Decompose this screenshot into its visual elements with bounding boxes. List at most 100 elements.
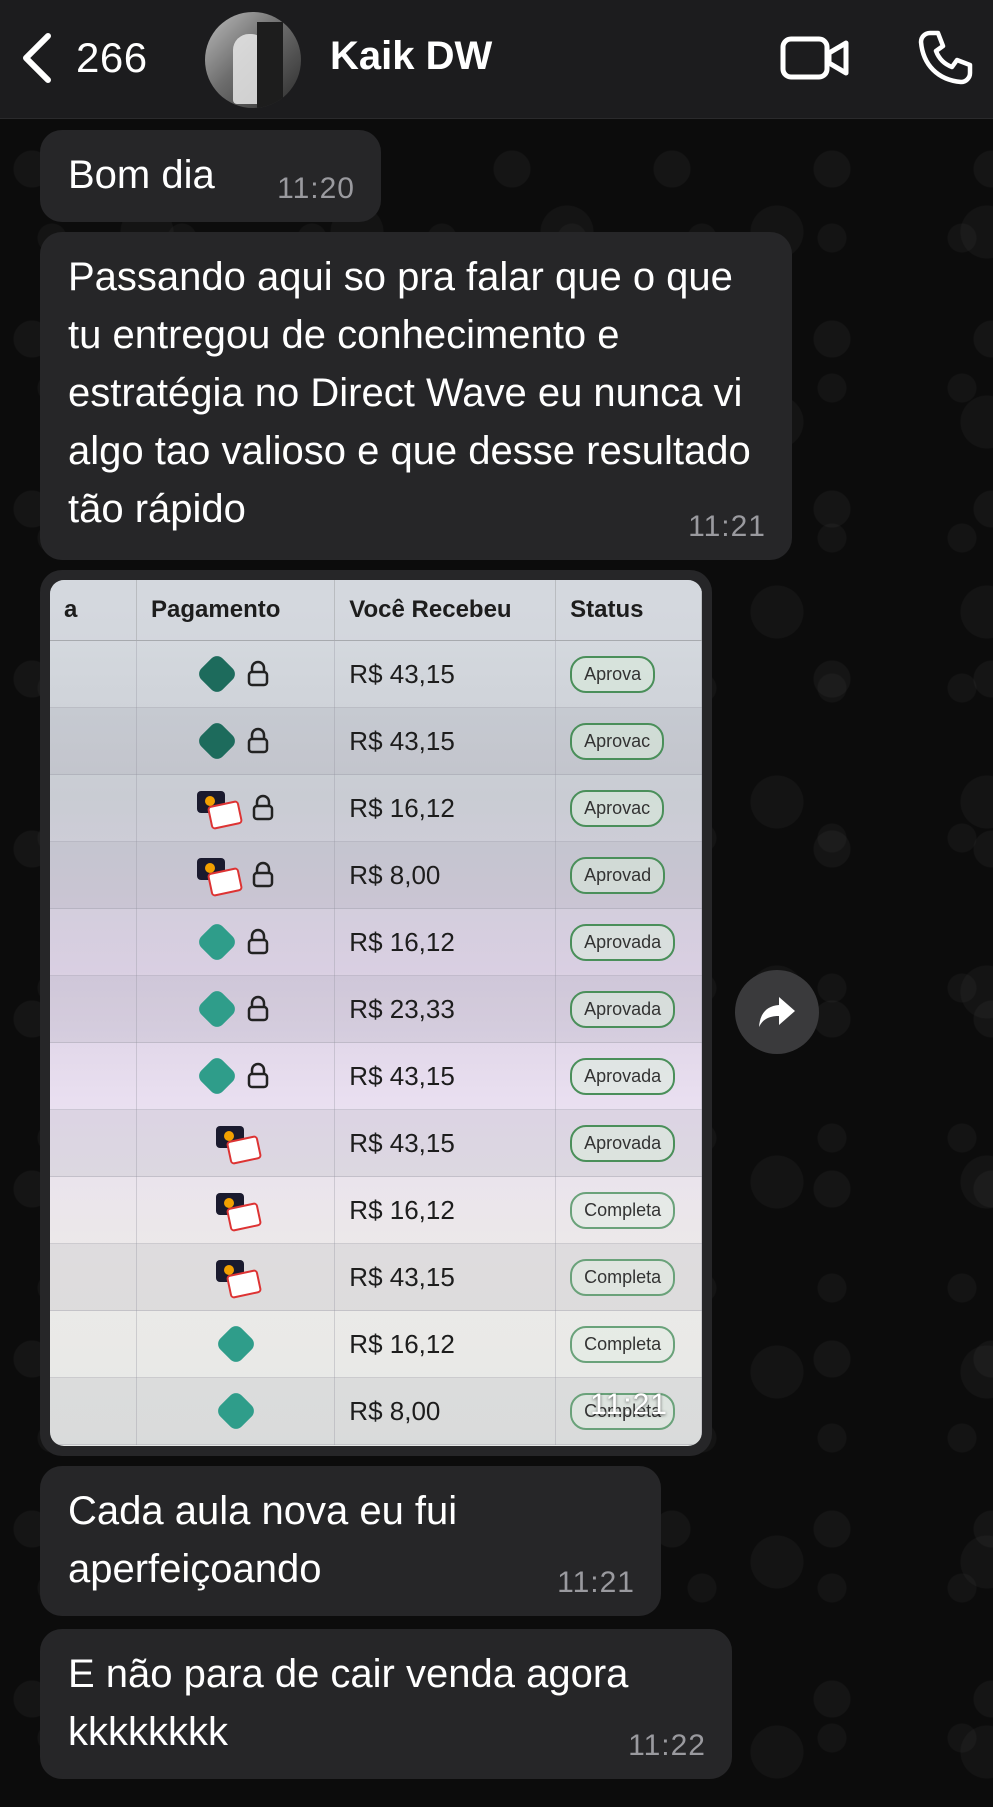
contact-name[interactable]: Kaik DW (330, 34, 492, 79)
voice-call-button[interactable] (910, 28, 980, 88)
table-row: R$ 16,12 Aprovada (50, 908, 702, 976)
status-cell: Aprova (555, 640, 702, 708)
video-camera-icon (780, 36, 849, 80)
amount-cell: R$ 8,00 (334, 841, 557, 909)
amount-cell: R$ 16,12 (334, 774, 557, 842)
phone-icon (918, 30, 973, 85)
payment-method-cell (136, 841, 336, 909)
table-header: Você Recebeu (334, 580, 557, 641)
table-cell (50, 841, 138, 909)
payment-method-cell (136, 640, 336, 708)
credit-card-icon (196, 791, 243, 831)
forward-button[interactable] (735, 970, 819, 1054)
credit-card-icon (215, 1260, 262, 1300)
message-text: E não para de cair venda agora kkkkkkkk (68, 1652, 629, 1754)
status-cell: Aprovada (555, 1042, 702, 1110)
avatar-shadow (257, 22, 283, 108)
table-cell (50, 1243, 138, 1311)
forward-arrow-icon (759, 997, 795, 1027)
table-cell (50, 908, 138, 976)
sales-table: a Pagamento Você Recebeu Status R$ 43,15… (50, 580, 702, 1445)
lock-icon (247, 928, 268, 955)
back-button[interactable]: 266 (18, 28, 148, 88)
table-row: R$ 43,15 Aprovac (50, 707, 702, 775)
status-cell: Aprovada (555, 975, 702, 1043)
amount-cell: R$ 43,15 (334, 707, 557, 775)
pix-icon (195, 719, 238, 763)
table-cell (50, 975, 138, 1043)
status-badge: Aprovac (570, 789, 665, 827)
status-badge: Aprovada (570, 1057, 676, 1095)
payment-method-cell (136, 1377, 336, 1445)
status-cell: Completa (555, 1310, 702, 1378)
table-row: R$ 16,12 Completa (50, 1176, 702, 1244)
chat-header: 266 Kaik DW (0, 0, 993, 119)
table-header: Status (555, 580, 702, 641)
table-row: R$ 8,00 Aprovad (50, 841, 702, 909)
message-bubble[interactable]: Bom dia 11:20 (40, 130, 381, 222)
status-badge: Completa (570, 1258, 676, 1296)
status-cell: Aprovac (555, 707, 702, 775)
payment-method-cell (136, 774, 336, 842)
table-cell (50, 1377, 138, 1445)
message-bubble[interactable]: E não para de cair venda agora kkkkkkkk … (40, 1629, 732, 1779)
message-time: 11:21 (590, 1388, 668, 1421)
table-row: R$ 16,12 Aprovac (50, 774, 702, 842)
table-row: R$ 16,12 Completa (50, 1310, 702, 1378)
video-call-button[interactable] (780, 28, 850, 88)
pix-icon (195, 1054, 238, 1098)
lock-icon (252, 861, 273, 888)
status-cell: Aprovada (555, 908, 702, 976)
message-time: 11:21 (557, 1566, 635, 1599)
payment-method-cell (136, 1310, 336, 1378)
table-cell (50, 1310, 138, 1378)
table-cell (50, 640, 138, 708)
lock-icon (247, 727, 268, 754)
unread-count: 266 (76, 34, 148, 81)
status-cell: Completa (555, 1243, 702, 1311)
amount-cell: R$ 43,15 (334, 640, 557, 708)
amount-cell: R$ 43,15 (334, 1243, 557, 1311)
table-header: a (50, 580, 138, 641)
status-badge: Completa (570, 1325, 676, 1363)
message-time: 11:22 (628, 1729, 706, 1762)
lock-icon (247, 995, 268, 1022)
status-badge: Completa (570, 1191, 676, 1229)
amount-cell: R$ 16,12 (334, 1310, 557, 1378)
status-badge: Aprovad (570, 856, 666, 894)
payment-method-cell (136, 1042, 336, 1110)
table-row: R$ 43,15 Aprova (50, 640, 702, 708)
pix-icon (195, 987, 238, 1031)
image-message[interactable]: a Pagamento Você Recebeu Status R$ 43,15… (40, 570, 712, 1456)
sales-screenshot-photo[interactable]: a Pagamento Você Recebeu Status R$ 43,15… (50, 580, 702, 1446)
credit-card-icon (215, 1193, 262, 1233)
lock-icon (252, 794, 273, 821)
message-text: Cada aula nova eu fui aperfeiçoando (68, 1489, 458, 1591)
message-time: 11:20 (277, 172, 355, 205)
lock-icon (247, 1062, 268, 1089)
table-row: R$ 43,15 Aprovada (50, 1042, 702, 1110)
table-cell (50, 1042, 138, 1110)
payment-method-cell (136, 1109, 336, 1177)
table-cell (50, 1176, 138, 1244)
chevron-left-icon (23, 33, 51, 83)
payment-method-cell (136, 908, 336, 976)
status-badge: Aprovac (570, 722, 665, 760)
table-row: R$ 23,33 Aprovada (50, 975, 702, 1043)
avatar[interactable] (205, 12, 301, 108)
message-bubble[interactable]: Cada aula nova eu fui aperfeiçoando 11:2… (40, 1466, 661, 1616)
lock-icon (247, 660, 268, 687)
pix-icon (195, 920, 238, 964)
status-cell: Aprovada (555, 1109, 702, 1177)
payment-method-cell (136, 1243, 336, 1311)
message-text: Bom dia (68, 153, 215, 197)
pix-icon (214, 1389, 257, 1433)
credit-card-icon (215, 1126, 262, 1166)
message-time: 11:21 (688, 510, 766, 543)
amount-cell: R$ 8,00 (334, 1377, 557, 1445)
table-row: R$ 43,15 Completa (50, 1243, 702, 1311)
message-bubble[interactable]: Passando aqui so pra falar que o que tu … (40, 232, 792, 560)
pix-icon (214, 1322, 257, 1366)
payment-method-cell (136, 975, 336, 1043)
status-badge: Aprovada (570, 990, 676, 1028)
